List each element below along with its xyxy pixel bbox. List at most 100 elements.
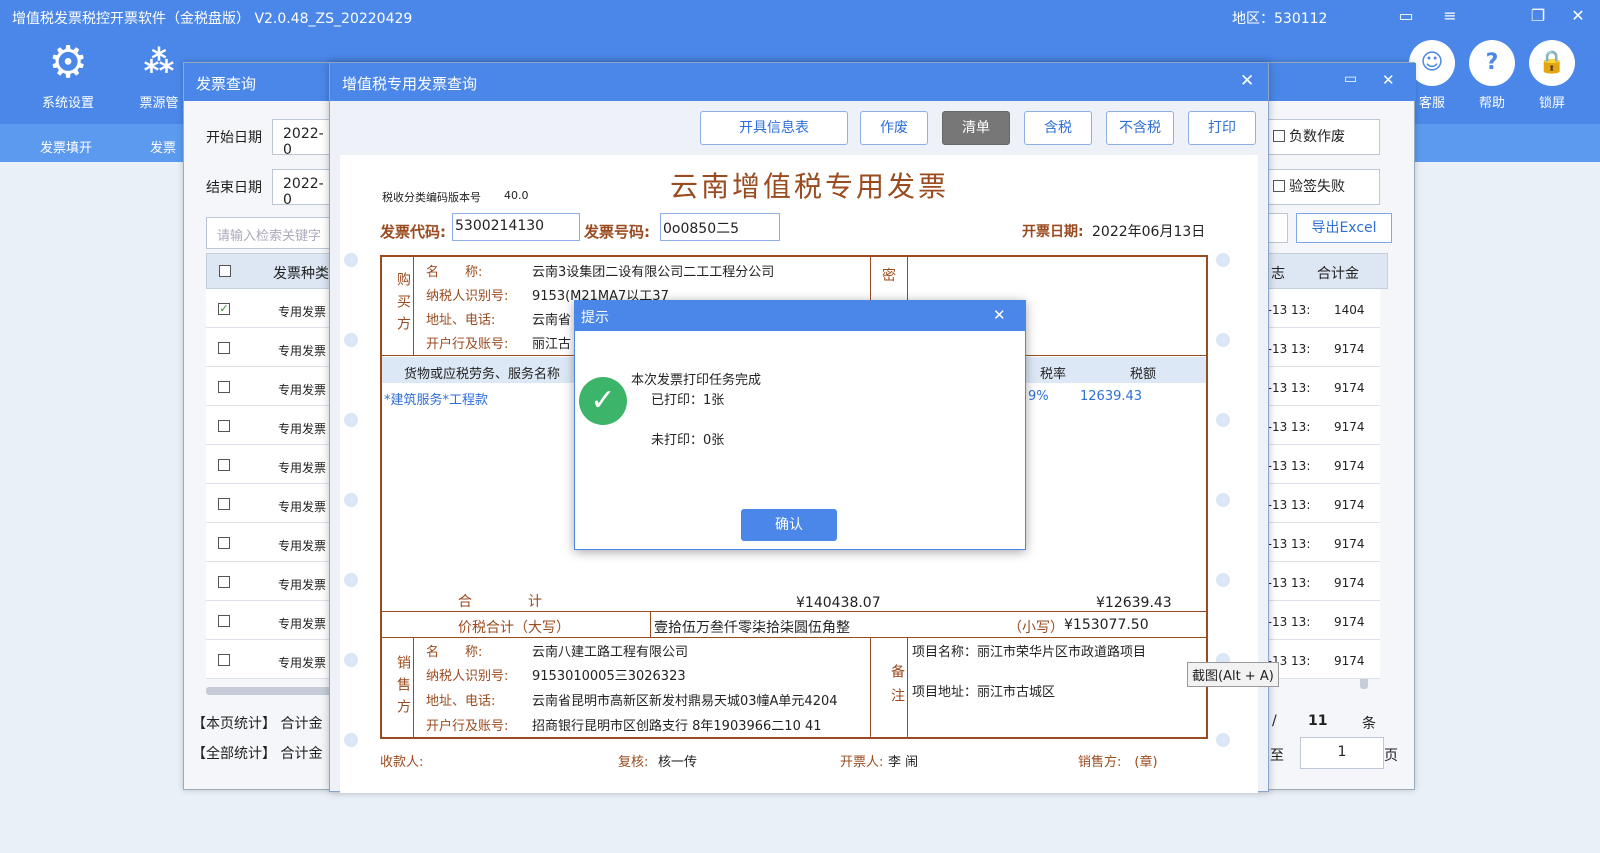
table-row-right[interactable]: 6-13 13: 9174 bbox=[1260, 328, 1380, 367]
row-checkbox[interactable] bbox=[218, 459, 230, 471]
hole bbox=[344, 653, 358, 667]
dialog-message: 本次发票打印任务完成 bbox=[631, 373, 762, 388]
search-input[interactable]: 请输入检索关键字 bbox=[206, 217, 342, 249]
tool-system-settings[interactable]: ⚙ 系统设置 bbox=[28, 37, 108, 112]
nav-invoice[interactable]: 发票 bbox=[150, 137, 176, 156]
payee-label: 收款人: bbox=[380, 755, 424, 770]
menu-icon[interactable]: ≡ bbox=[1438, 6, 1462, 25]
row-checkbox[interactable] bbox=[218, 654, 230, 666]
close-icon[interactable]: ✕ bbox=[1566, 6, 1590, 25]
col-tax-header: 税额 bbox=[1130, 367, 1157, 382]
total-small: ¥153077.50 bbox=[1064, 617, 1149, 633]
table-row-right[interactable]: 6-13 13: 9174 bbox=[1260, 406, 1380, 445]
close-icon[interactable]: ✕ bbox=[1240, 71, 1254, 91]
version-label: 税收分类编码版本号 bbox=[382, 191, 481, 204]
row-amount: 9174 bbox=[1334, 420, 1365, 434]
help-icon: ? bbox=[1469, 40, 1515, 86]
neg-void-label: 负数作废 bbox=[1289, 129, 1345, 145]
date-label: 开票日期: bbox=[1022, 224, 1084, 240]
row-amount: 9174 bbox=[1334, 615, 1365, 629]
tax-excl-button[interactable]: 不含税 bbox=[1106, 111, 1174, 145]
item-rate: 9% bbox=[1028, 389, 1049, 404]
page-input[interactable]: 1 bbox=[1300, 737, 1384, 769]
row-checkbox[interactable]: ✓ bbox=[218, 303, 230, 315]
all-stat: 【全部统计】 合计金 bbox=[192, 746, 323, 762]
seller-tax-label: 纳税人识别号: bbox=[426, 669, 509, 684]
col-rate-header: 税率 bbox=[1040, 367, 1067, 382]
gear-icon: ⚙ bbox=[48, 37, 88, 88]
row-type: 专用发票 bbox=[278, 422, 327, 436]
remark-project-addr: 项目地址：丽江市古城区 bbox=[912, 685, 1056, 700]
goto-label: 至 bbox=[1270, 748, 1284, 764]
number-label: 发票号码: bbox=[584, 223, 650, 241]
network-icon: ⁂ bbox=[143, 45, 175, 80]
close-icon[interactable]: ✕ bbox=[993, 306, 1006, 324]
table-row-right[interactable]: 6-13 13: 9174 bbox=[1260, 562, 1380, 601]
table-row-right[interactable]: 6-13 13: 9174 bbox=[1260, 523, 1380, 562]
sum-label: 合 计 bbox=[458, 594, 542, 610]
info-table-button[interactable]: 开具信息表 bbox=[700, 111, 848, 145]
table-row-right[interactable]: 6-13 13: 9174 bbox=[1260, 367, 1380, 406]
nav-invoice-fill[interactable]: 发票填开 bbox=[40, 137, 92, 156]
void-button[interactable]: 作废 bbox=[860, 111, 928, 145]
row-type: 专用发票 bbox=[278, 383, 327, 397]
table-row-right[interactable]: 6-13 13: 9174 bbox=[1260, 445, 1380, 484]
table-row-right[interactable]: 6-13 13: 9174 bbox=[1260, 484, 1380, 523]
drawer-name: 李 闹 bbox=[888, 755, 919, 770]
neg-void-checkbox[interactable]: 负数作废 bbox=[1262, 119, 1380, 155]
tool-label: 票源管 bbox=[139, 96, 179, 111]
seller-addr-label: 地址、电话: bbox=[426, 694, 496, 709]
seller-addr: 云南省昆明市高新区新发村鼎易天城03幢A单元4204 bbox=[532, 694, 838, 709]
seller-side-label: 销售方 bbox=[380, 637, 414, 739]
row-amount: 9174 bbox=[1334, 459, 1365, 473]
row-checkbox[interactable] bbox=[218, 342, 230, 354]
date-value: 2022年06月13日 bbox=[1092, 224, 1206, 240]
buyer-side-label: 购买方 bbox=[380, 255, 414, 355]
row-amount: 9174 bbox=[1334, 537, 1365, 551]
sign-fail-checkbox[interactable]: 验签失败 bbox=[1262, 169, 1380, 205]
row-checkbox[interactable] bbox=[218, 498, 230, 510]
hole bbox=[1216, 573, 1230, 587]
buyer-bank: 丽江古 bbox=[532, 337, 572, 352]
col-total-header: 合计金 bbox=[1317, 266, 1359, 282]
col-goods-header: 货物或应税劳务、服务名称 bbox=[404, 367, 561, 382]
export-excel-button[interactable]: 导出Excel bbox=[1296, 213, 1392, 243]
hole bbox=[344, 493, 358, 507]
table-row-right[interactable]: 6-13 13: 1404 bbox=[1260, 289, 1380, 328]
hole bbox=[344, 333, 358, 347]
invoice-title: 云南增值税专用发票 bbox=[670, 170, 950, 203]
row-amount: 9174 bbox=[1334, 576, 1365, 590]
page-stat: 【本页统计】 合计金 bbox=[192, 716, 323, 732]
row-checkbox[interactable] bbox=[218, 615, 230, 627]
print-button[interactable]: 打印 bbox=[1188, 111, 1256, 145]
tax-incl-button[interactable]: 含税 bbox=[1024, 111, 1092, 145]
row-checkbox[interactable] bbox=[218, 537, 230, 549]
lock-icon: 🔒 bbox=[1529, 40, 1575, 86]
row-amount: 1404 bbox=[1334, 303, 1365, 317]
total-label: 价税合计（大写） bbox=[458, 620, 570, 636]
secret-label: 密 bbox=[882, 268, 896, 284]
table-row-right[interactable]: 6-13 13: 9174 bbox=[1260, 601, 1380, 640]
seller-name: 云南八建工路工程有限公司 bbox=[532, 645, 689, 660]
item-name: *建筑服务*工程款 bbox=[384, 393, 489, 408]
select-all-checkbox[interactable] bbox=[219, 265, 231, 277]
hole bbox=[1216, 253, 1230, 267]
close-icon[interactable]: ✕ bbox=[1382, 71, 1395, 89]
minimize-icon[interactable]: ▭ bbox=[1344, 71, 1357, 87]
print-complete-dialog: 提示 ✕ ✓ 本次发票打印任务完成 已打印：1张 未打印：0张 确认 bbox=[574, 300, 1026, 550]
row-checkbox[interactable] bbox=[218, 381, 230, 393]
checkbox-icon bbox=[1273, 180, 1285, 192]
end-date-label: 结束日期 bbox=[206, 180, 262, 196]
restore-icon[interactable]: ❐ bbox=[1526, 6, 1550, 25]
confirm-button[interactable]: 确认 bbox=[741, 509, 837, 541]
message-icon[interactable]: ▭ bbox=[1394, 6, 1418, 25]
row-amount: 9174 bbox=[1334, 654, 1365, 668]
reviewer-name: 核一传 bbox=[658, 755, 698, 770]
tool-lock[interactable]: 🔒 锁屏 bbox=[1512, 40, 1592, 111]
row-checkbox[interactable] bbox=[218, 420, 230, 432]
list-button[interactable]: 清单 bbox=[942, 111, 1010, 145]
hole bbox=[344, 253, 358, 267]
row-checkbox[interactable] bbox=[218, 576, 230, 588]
tool-ticket-source[interactable]: ⁂ 票源管 bbox=[134, 40, 184, 111]
remark-project-name: 项目名称：丽江市荣华片区市政道路项目 bbox=[912, 645, 1147, 660]
